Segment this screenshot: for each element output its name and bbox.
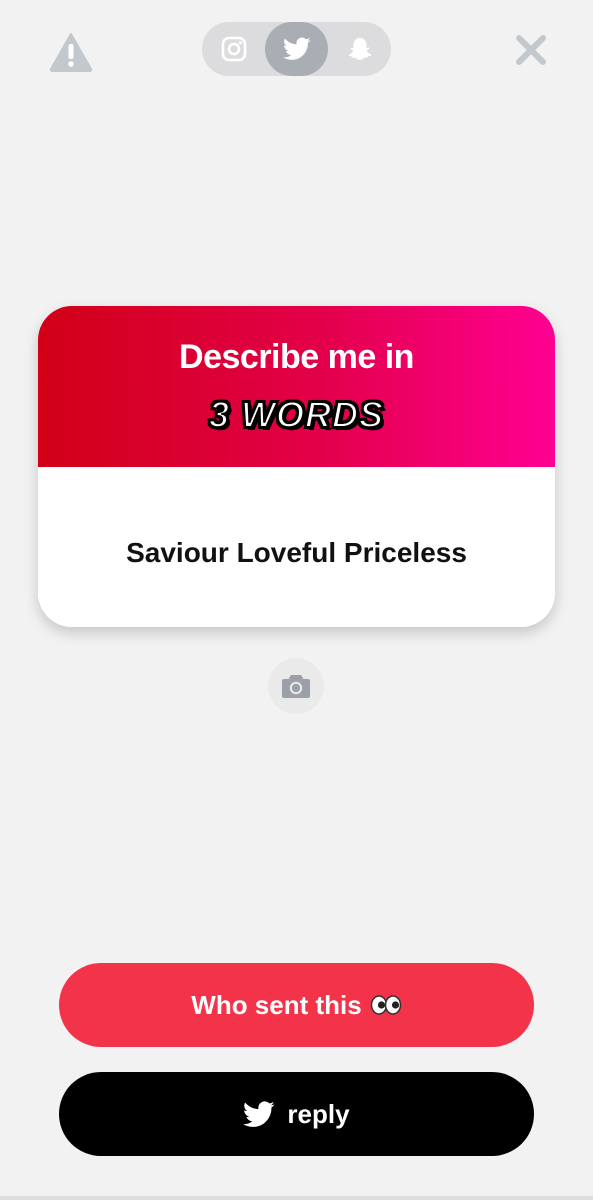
reply-button[interactable]: reply bbox=[59, 1072, 534, 1156]
twitter-bird-icon bbox=[243, 1100, 275, 1128]
card-body: Saviour Loveful Priceless bbox=[38, 467, 555, 627]
platform-option-twitter[interactable] bbox=[265, 22, 328, 76]
reply-label: reply bbox=[287, 1098, 350, 1129]
camera-icon bbox=[282, 675, 310, 698]
instagram-icon bbox=[221, 36, 246, 62]
warning-triangle-icon bbox=[49, 33, 93, 72]
close-button[interactable] bbox=[513, 32, 549, 68]
twitter-bird-icon bbox=[282, 37, 311, 60]
bottom-divider bbox=[0, 1196, 593, 1200]
top-bar bbox=[0, 0, 593, 100]
eyes-emoji-icon bbox=[370, 995, 402, 1015]
snapchat-ghost-icon bbox=[348, 38, 371, 60]
report-button[interactable] bbox=[49, 32, 93, 72]
platform-switch bbox=[202, 22, 391, 76]
platform-option-instagram[interactable] bbox=[202, 22, 265, 76]
question-card: Describe me in 3 WORDS Saviour Loveful P… bbox=[38, 306, 555, 627]
platform-option-snapchat[interactable] bbox=[328, 22, 391, 76]
card-answer: Saviour Loveful Priceless bbox=[126, 537, 467, 568]
close-x-icon bbox=[516, 35, 546, 65]
card-header: Describe me in 3 WORDS bbox=[38, 306, 555, 467]
card-title: Describe me in bbox=[179, 338, 414, 376]
camera-button[interactable] bbox=[268, 658, 324, 714]
who-sent-this-button[interactable]: Who sent this bbox=[59, 963, 534, 1047]
who-sent-label: Who sent this bbox=[191, 989, 362, 1020]
card-badge: 3 WORDS bbox=[208, 393, 384, 436]
